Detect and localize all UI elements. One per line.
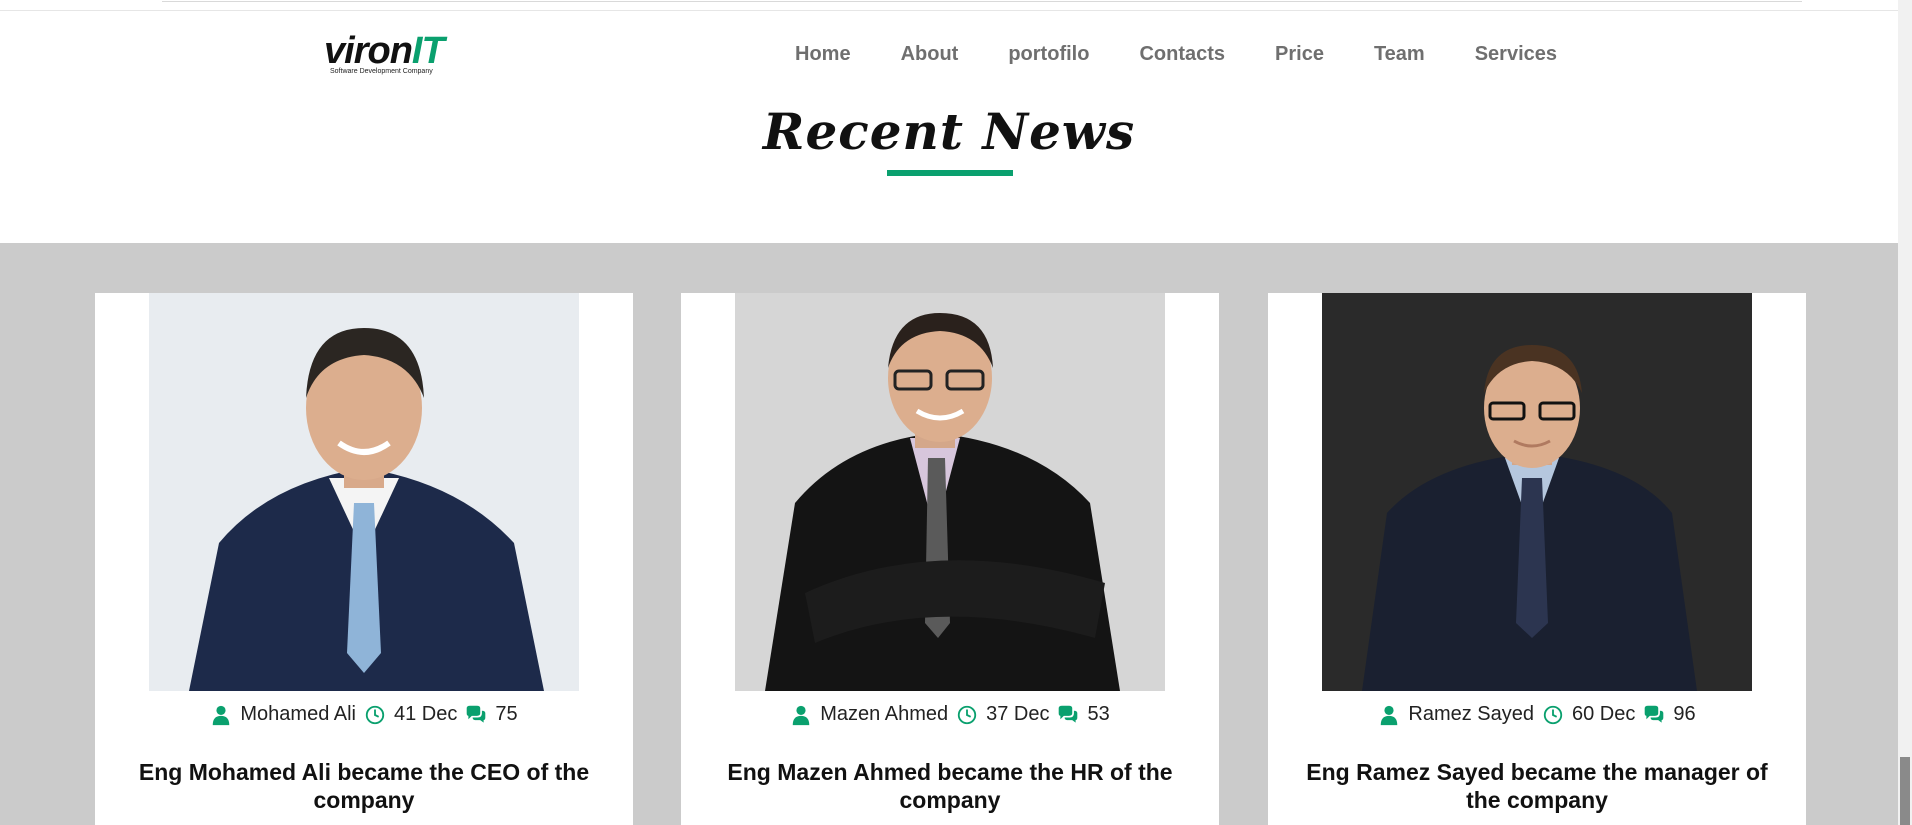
person-photo-illustration [735, 293, 1165, 691]
main-nav: Home About portofilo Contacts Price Team… [770, 42, 1582, 66]
author-name[interactable]: Ramez Sayed [1408, 703, 1534, 726]
comments-icon [1059, 705, 1078, 723]
author-group: Ramez Sayed [1378, 703, 1534, 726]
scrollbar-thumb[interactable] [1900, 757, 1910, 825]
post-date: 41 Dec [394, 703, 458, 725]
comments-group: 53 [1057, 703, 1110, 726]
comment-count: 96 [1673, 703, 1696, 725]
news-photo [149, 293, 579, 691]
navbar: vironIT Software Development Company Hom… [0, 12, 1898, 102]
news-card[interactable]: Mohamed Ali 41 Dec 75 Eng Mohamed Ali be… [95, 293, 633, 825]
title-underline [887, 170, 1013, 176]
news-title[interactable]: Eng Mohamed Ali became the CEO of the co… [115, 758, 613, 814]
user-icon [1381, 705, 1398, 725]
nav-services[interactable]: Services [1450, 42, 1582, 66]
date-group: 60 Dec [1542, 703, 1635, 726]
user-icon [793, 705, 810, 725]
nav-portfolio[interactable]: portofilo [983, 42, 1114, 66]
section-title: Recent News [762, 102, 1136, 161]
browser-top-strip [0, 0, 1898, 11]
comments-group: 96 [1643, 703, 1696, 726]
news-photo [735, 293, 1165, 691]
clock-icon [365, 705, 385, 724]
news-meta: Mazen Ahmed 37 Dec 53 [681, 703, 1219, 726]
clock-icon [957, 705, 977, 724]
comment-count: 75 [495, 703, 518, 725]
person-photo-illustration [1322, 293, 1752, 691]
author-name[interactable]: Mazen Ahmed [820, 703, 948, 726]
person-photo-illustration [149, 293, 579, 691]
nav-price[interactable]: Price [1250, 42, 1349, 66]
page-scrollbar[interactable] [1898, 0, 1912, 825]
post-date: 60 Dec [1572, 703, 1636, 725]
nav-contacts[interactable]: Contacts [1114, 42, 1250, 66]
date-group: 41 Dec [364, 703, 457, 726]
news-meta: Mohamed Ali 41 Dec 75 [95, 703, 633, 726]
news-card[interactable]: Ramez Sayed 60 Dec 96 Eng Ramez Sayed be… [1268, 293, 1806, 825]
author-group: Mohamed Ali [210, 703, 356, 726]
news-card[interactable]: Mazen Ahmed 37 Dec 53 Eng Mazen Ahmed be… [681, 293, 1219, 825]
author-group: Mazen Ahmed [790, 703, 948, 726]
logo[interactable]: vironIT Software Development Company [324, 32, 454, 84]
date-group: 37 Dec [956, 703, 1049, 726]
news-title[interactable]: Eng Ramez Sayed became the manager of th… [1288, 758, 1786, 814]
comments-group: 75 [465, 703, 518, 726]
post-date: 37 Dec [986, 703, 1050, 725]
news-photo [1322, 293, 1752, 691]
section-heading-wrap: Recent News [0, 102, 1898, 161]
user-icon [213, 705, 230, 725]
top-divider [162, 0, 1802, 2]
comments-icon [467, 705, 486, 723]
comments-icon [1645, 705, 1664, 723]
author-name[interactable]: Mohamed Ali [240, 703, 356, 726]
comment-count: 53 [1087, 703, 1110, 725]
news-title[interactable]: Eng Mazen Ahmed became the HR of the com… [701, 758, 1199, 814]
clock-icon [1543, 705, 1563, 724]
nav-about[interactable]: About [876, 42, 984, 66]
news-meta: Ramez Sayed 60 Dec 96 [1268, 703, 1806, 726]
nav-team[interactable]: Team [1349, 42, 1450, 66]
logo-wordmark: vironIT [324, 30, 445, 72]
nav-home[interactable]: Home [770, 42, 876, 66]
